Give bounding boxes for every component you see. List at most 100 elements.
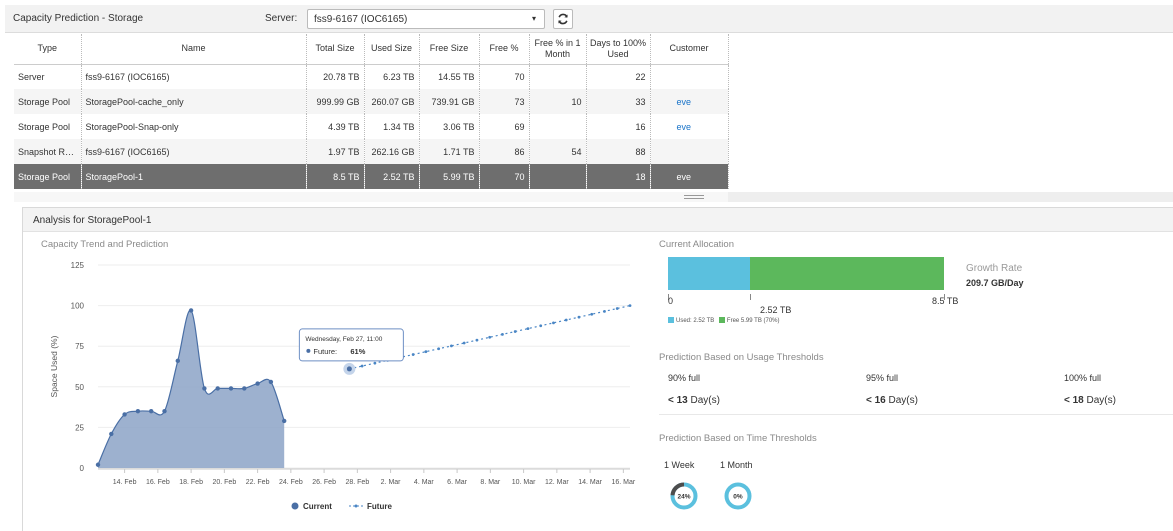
future-point xyxy=(462,341,466,345)
cell-free-1m: 54 xyxy=(529,139,587,164)
time-thresholds-title: Prediction Based on Time Thresholds xyxy=(659,433,817,444)
future-point xyxy=(603,309,606,313)
x-tick-label: 8. Mar xyxy=(480,479,501,486)
table-header-row: Type Name Total Size Used Size Free Size… xyxy=(14,34,729,65)
current-point xyxy=(268,379,274,385)
capacity-trend-chart: 0 25 50 75 100 125 14. Feb 16. Feb 18. Feb 20. Fe… xyxy=(49,261,636,511)
usage-thresholds-title: Prediction Based on Usage Thresholds xyxy=(659,352,824,363)
cell-customer[interactable] xyxy=(650,64,729,89)
column-header[interactable]: Days to 100% Used xyxy=(586,34,651,65)
future-point xyxy=(475,338,479,342)
cell-days: 33 xyxy=(586,89,651,114)
cell-total: 999.99 GB xyxy=(306,89,365,114)
y-tick-label: 0 xyxy=(80,464,85,473)
customer-link[interactable]: eve xyxy=(650,114,729,139)
growth-rate-label: Growth Rate xyxy=(966,263,1023,274)
cell-total: 4.39 TB xyxy=(306,114,365,139)
future-point xyxy=(437,347,441,351)
future-point xyxy=(552,321,555,325)
grid-footer xyxy=(14,192,728,202)
refresh-icon xyxy=(558,13,568,25)
legend-used: Used: 2.52 TB xyxy=(676,318,715,324)
cell-free-1m xyxy=(529,114,587,139)
cell-free: 5.99 TB xyxy=(419,164,480,189)
page-title: Capacity Prediction - Storage xyxy=(13,13,144,24)
server-select[interactable]: fss9-6167 (IOC6165) ▾ xyxy=(307,9,545,29)
cell-used: 6.23 TB xyxy=(364,64,420,89)
cell-used: 1.34 TB xyxy=(364,114,420,139)
cell-type: Storage Pool xyxy=(14,89,82,114)
table-row[interactable]: Storage Pool StoragePool-Snap-only 4.39 … xyxy=(14,114,729,139)
customer-link[interactable]: eve xyxy=(650,164,729,189)
cell-type: Storage Pool xyxy=(14,164,82,189)
cell-free-pct: 70 xyxy=(479,64,530,89)
server-label: Server: xyxy=(265,13,298,24)
grid-footer-right xyxy=(728,192,1173,202)
period-label: 1 Week xyxy=(664,460,695,470)
x-tick-label: 16. Feb xyxy=(146,479,170,486)
current-point xyxy=(255,381,260,386)
column-header[interactable]: Used Size xyxy=(364,34,420,65)
threshold-value: < 18 Day(s) xyxy=(1064,395,1116,406)
cell-total: 8.5 TB xyxy=(306,164,365,189)
cell-free-pct: 70 xyxy=(479,164,530,189)
threshold-label: 90% full xyxy=(668,373,701,383)
table-row[interactable]: Server fss9-6167 (IOC6165) 20.78 TB 6.23… xyxy=(14,64,729,89)
cell-free-pct: 73 xyxy=(479,89,530,114)
current-point xyxy=(215,386,220,391)
cell-name: StoragePool-Snap-only xyxy=(81,114,307,139)
future-point xyxy=(450,344,453,348)
future-point xyxy=(577,315,581,319)
resize-handle-icon[interactable] xyxy=(684,195,704,199)
donut-label: 24% xyxy=(677,494,690,501)
column-header[interactable]: Free % xyxy=(479,34,530,65)
allocation-bar xyxy=(668,257,944,290)
y-tick-label: 25 xyxy=(75,423,84,432)
x-tick-label: 12. Mar xyxy=(545,479,569,486)
cell-customer[interactable] xyxy=(650,139,729,164)
column-header[interactable]: Customer xyxy=(650,34,729,65)
cell-free: 3.06 TB xyxy=(419,114,480,139)
x-tick-label: 28. Feb xyxy=(345,479,369,486)
x-tick-label: 18. Feb xyxy=(179,479,203,486)
growth-rate-value: 209.7 GB/Day xyxy=(966,278,1024,288)
cell-type: Storage Pool xyxy=(14,114,82,139)
refresh-button[interactable] xyxy=(553,9,573,29)
allocation-free-segment[interactable] xyxy=(750,257,944,290)
future-point xyxy=(501,332,504,336)
column-header[interactable]: Name xyxy=(81,34,307,65)
threshold-label: 100% full xyxy=(1064,373,1102,383)
threshold-value: < 13 Day(s) xyxy=(668,395,720,406)
current-point xyxy=(228,386,234,391)
storage-grid: Type Name Total Size Used Size Free Size… xyxy=(14,34,729,189)
future-point xyxy=(488,335,492,339)
analysis-title: Analysis for StoragePool-1 xyxy=(33,215,152,226)
x-tick-label: 14. Mar xyxy=(578,479,602,486)
table-row-selected[interactable]: Storage Pool StoragePool-1 8.5 TB 2.52 T… xyxy=(14,164,729,189)
x-tick-label: 2. Mar xyxy=(381,479,402,486)
legend-free: Free 5.99 TB (70%) xyxy=(726,318,780,324)
column-header[interactable]: Free Size xyxy=(419,34,480,65)
cell-used: 2.52 TB xyxy=(364,164,420,189)
column-header[interactable]: Type xyxy=(14,34,82,65)
customer-link[interactable]: eve xyxy=(650,89,729,114)
column-header[interactable]: Free % in 1 Month xyxy=(529,34,587,65)
cell-name: StoragePool-1 xyxy=(81,164,307,189)
week-donut: 24% xyxy=(670,482,698,510)
x-tick-label: 24. Feb xyxy=(279,479,303,486)
legend-current: Current xyxy=(303,502,332,511)
legend-future: Future xyxy=(367,502,392,511)
future-point xyxy=(615,307,619,310)
period-label: 1 Month xyxy=(720,460,753,470)
trend-title: Capacity Trend and Prediction xyxy=(41,239,169,250)
divider xyxy=(659,414,1173,415)
x-tick-label: 22. Feb xyxy=(246,479,270,486)
allocation-used-segment[interactable] xyxy=(668,257,750,290)
table-row[interactable]: Storage Pool StoragePool-cache_only 999.… xyxy=(14,89,729,114)
table-row[interactable]: Snapshot Reso... fss9-6167 (IOC6165) 1.9… xyxy=(14,139,729,164)
column-header[interactable]: Total Size xyxy=(306,34,365,65)
cell-name: StoragePool-cache_only xyxy=(81,89,307,114)
tooltip-value: 61% xyxy=(350,347,365,356)
cell-type: Snapshot Reso... xyxy=(14,139,82,164)
cell-free-pct: 69 xyxy=(479,114,530,139)
